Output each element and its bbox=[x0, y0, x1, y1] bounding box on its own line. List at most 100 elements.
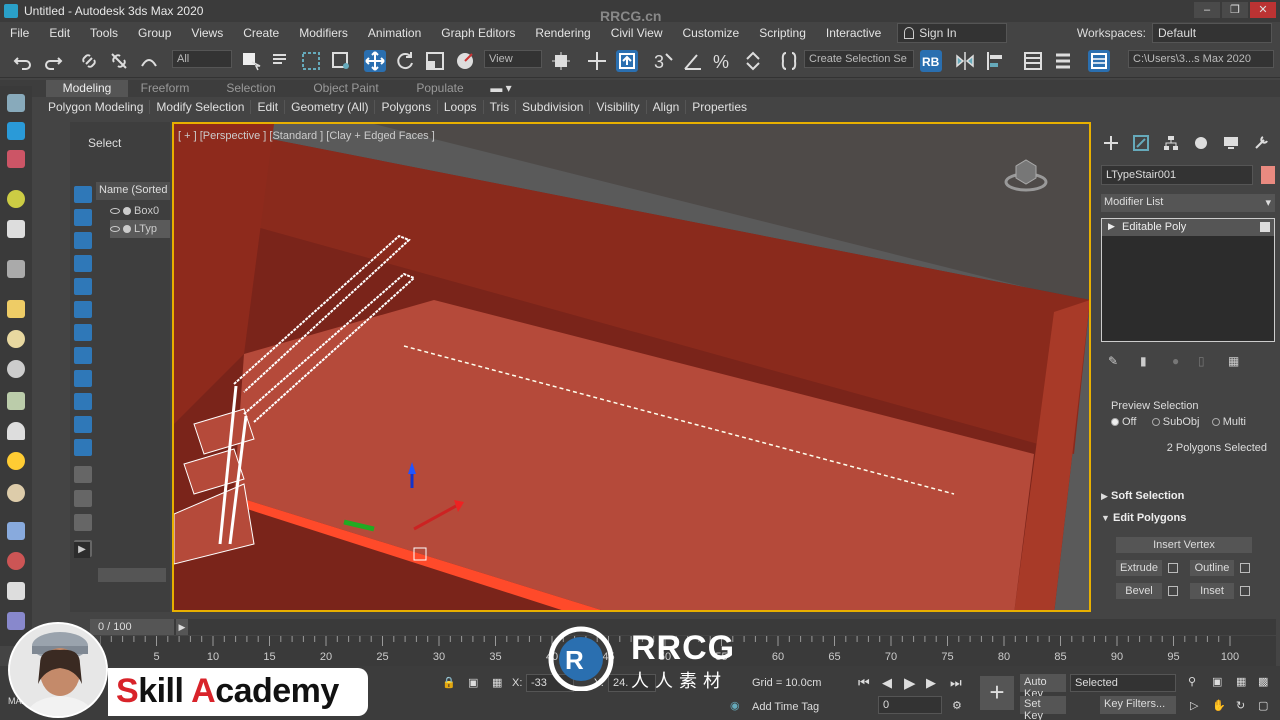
display-dependents-icon[interactable] bbox=[74, 490, 92, 507]
zoom-extents-icon[interactable]: ▦ bbox=[1236, 675, 1246, 688]
placement-icon[interactable] bbox=[454, 50, 476, 72]
orbit-icon[interactable]: ↻ bbox=[1236, 699, 1245, 712]
spacewarp-icon[interactable] bbox=[7, 582, 25, 600]
filter-containers-icon[interactable] bbox=[74, 393, 92, 410]
modifier-list-dropdown[interactable]: Modifier List ▾ bbox=[1101, 194, 1275, 212]
align-icon[interactable] bbox=[984, 50, 1006, 72]
isolate-icon[interactable]: ▣ bbox=[468, 676, 478, 689]
filter-geometry-icon[interactable] bbox=[74, 186, 92, 203]
reference-coordinate-select[interactable]: View bbox=[484, 50, 542, 68]
radio-off[interactable] bbox=[1111, 418, 1119, 427]
absolute-mode-icon[interactable]: ▦ bbox=[492, 676, 502, 689]
bevel-settings-icon[interactable] bbox=[1168, 586, 1178, 596]
menu-group[interactable]: Group bbox=[128, 26, 181, 40]
link-icon[interactable] bbox=[78, 50, 100, 72]
filter-spacewarps-icon[interactable] bbox=[74, 301, 92, 318]
bevel-button[interactable]: Bevel bbox=[1116, 583, 1162, 599]
filter-helpers-icon[interactable] bbox=[74, 278, 92, 295]
panel-align[interactable]: Align bbox=[647, 100, 687, 114]
menu-edit[interactable]: Edit bbox=[39, 26, 80, 40]
goto-end-icon[interactable]: ⏭ bbox=[950, 675, 962, 691]
tab-selection[interactable]: Selection bbox=[216, 80, 286, 97]
motion-tab-icon[interactable] bbox=[1192, 134, 1210, 152]
redo-icon[interactable] bbox=[42, 50, 64, 72]
expand-arrow-icon[interactable]: ▶ bbox=[74, 542, 90, 558]
viewport-layout-icon[interactable] bbox=[7, 94, 25, 112]
outline-settings-icon[interactable] bbox=[1240, 563, 1250, 573]
menu-tools[interactable]: Tools bbox=[80, 26, 128, 40]
display-children-icon[interactable] bbox=[74, 466, 92, 483]
key-filters-button[interactable]: Key Filters... bbox=[1100, 696, 1176, 714]
pivot-center-icon[interactable] bbox=[550, 50, 572, 72]
percent-snap-icon[interactable]: % bbox=[712, 50, 734, 72]
make-unique-icon[interactable]: ● bbox=[1172, 354, 1179, 368]
spinner-snap-icon[interactable] bbox=[742, 50, 764, 72]
maximize-button[interactable]: ❐ bbox=[1222, 2, 1248, 18]
ribbon-options-icon[interactable]: ▬ ▾ bbox=[486, 80, 516, 97]
panel-tris[interactable]: Tris bbox=[484, 100, 517, 114]
toggle-scene-explorer-icon[interactable] bbox=[1052, 50, 1074, 72]
panel-modify-selection[interactable]: Modify Selection bbox=[150, 100, 252, 114]
zoom-all-icon[interactable]: ▣ bbox=[1212, 675, 1222, 688]
undo-icon[interactable] bbox=[12, 50, 34, 72]
tab-modeling[interactable]: Modeling bbox=[46, 80, 128, 97]
previous-frame-icon[interactable]: ◀ bbox=[882, 675, 892, 691]
extrude-button[interactable]: Extrude bbox=[1116, 560, 1162, 576]
scene-explorer-name-column[interactable]: Name (Sorted A bbox=[96, 182, 170, 200]
menu-create[interactable]: Create bbox=[233, 26, 289, 40]
render-dot-icon[interactable] bbox=[123, 225, 131, 233]
ribbon-toggle-icon[interactable]: RB bbox=[920, 50, 942, 72]
filter-cameras-icon[interactable] bbox=[74, 255, 92, 272]
sphere-primitive-icon[interactable] bbox=[7, 330, 25, 348]
configure-sets-icon[interactable]: ▦ bbox=[1228, 354, 1239, 368]
insert-vertex-button[interactable]: Insert Vertex bbox=[1116, 537, 1252, 553]
pin-stack-icon[interactable]: ✎ bbox=[1108, 354, 1118, 368]
list-item[interactable]: Box0 bbox=[110, 202, 170, 220]
panel-polygons[interactable]: Polygons bbox=[375, 100, 438, 114]
filter-hidden-icon[interactable] bbox=[74, 439, 92, 456]
explorer-scrollbar[interactable] bbox=[98, 568, 166, 582]
window-crossing-icon[interactable] bbox=[330, 50, 352, 72]
visibility-eye-icon[interactable] bbox=[110, 208, 120, 214]
expand-arrow-icon[interactable]: ▶ bbox=[1108, 221, 1115, 232]
show-end-result-icon[interactable]: ▮ bbox=[1140, 354, 1147, 368]
visibility-eye-icon[interactable] bbox=[110, 226, 120, 232]
sun-light-icon[interactable] bbox=[7, 452, 25, 470]
zoom-icon[interactable]: ⚲ bbox=[1188, 675, 1196, 688]
filter-bones-icon[interactable] bbox=[74, 370, 92, 387]
filter-frozen-icon[interactable] bbox=[74, 416, 92, 433]
light-icon[interactable] bbox=[7, 190, 25, 208]
hierarchy-tab-icon[interactable] bbox=[1162, 134, 1180, 152]
panel-polygon-modeling[interactable]: Polygon Modeling bbox=[42, 100, 151, 114]
torus-primitive-icon[interactable] bbox=[7, 484, 25, 502]
stack-toggle-icon[interactable] bbox=[1260, 222, 1270, 232]
time-config-icon[interactable]: ⚙ bbox=[952, 699, 962, 712]
menu-interactive[interactable]: Interactive bbox=[816, 26, 891, 40]
soft-selection-rollout[interactable]: ▶ Soft Selection bbox=[1101, 490, 1271, 502]
display-tab-icon[interactable] bbox=[1222, 134, 1240, 152]
utilities-tab-icon[interactable] bbox=[1252, 134, 1270, 152]
menu-customize[interactable]: Customize bbox=[673, 26, 750, 40]
filter-groups-icon[interactable] bbox=[74, 324, 92, 341]
zoom-extents-all-icon[interactable]: ▩ bbox=[1258, 675, 1268, 688]
filter-lights-icon[interactable] bbox=[74, 232, 92, 249]
render-frame-icon[interactable] bbox=[7, 150, 25, 168]
remove-modifier-icon[interactable]: ▯ bbox=[1198, 354, 1205, 368]
workspaces-select[interactable]: Default bbox=[1152, 23, 1272, 43]
viewport-label[interactable]: [ + ] [Perspective ] [Standard ] [Clay +… bbox=[178, 130, 435, 142]
edit-polygons-rollout[interactable]: ▼ Edit Polygons bbox=[1101, 512, 1271, 524]
project-path-select[interactable]: C:\Users\3...s Max 2020 bbox=[1128, 50, 1274, 68]
filter-xrefs-icon[interactable] bbox=[74, 347, 92, 364]
current-frame-field[interactable]: 0 bbox=[878, 696, 942, 714]
inset-button[interactable]: Inset bbox=[1190, 583, 1234, 599]
lock-selection-icon[interactable]: 🔒 bbox=[442, 676, 456, 689]
layer-explorer-icon[interactable] bbox=[1022, 50, 1044, 72]
panel-geometry-all[interactable]: Geometry (All) bbox=[285, 100, 376, 114]
cone-primitive-icon[interactable] bbox=[7, 422, 25, 440]
scale-icon[interactable] bbox=[424, 50, 446, 72]
panel-loops[interactable]: Loops bbox=[438, 100, 484, 114]
auto-key-button[interactable]: Auto Key bbox=[1020, 674, 1066, 700]
object-name-field[interactable]: LTypeStair001 bbox=[1101, 165, 1253, 185]
panel-properties[interactable]: Properties bbox=[686, 100, 753, 114]
select-object-icon[interactable] bbox=[240, 50, 262, 72]
